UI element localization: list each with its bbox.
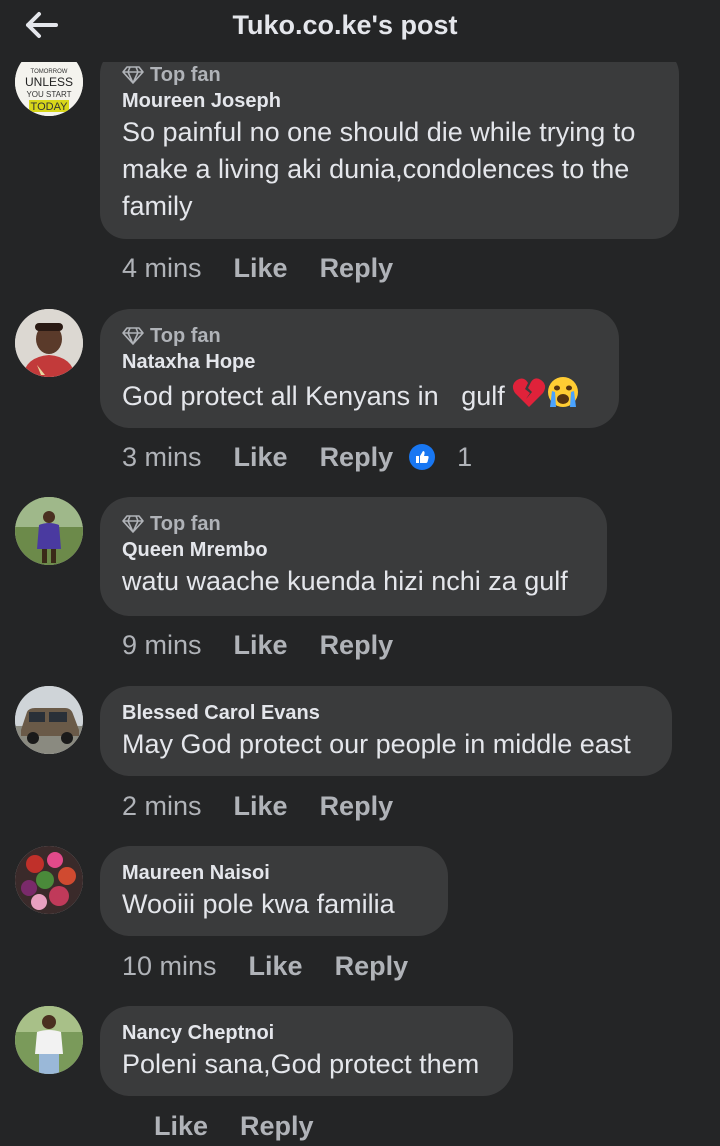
reply-button[interactable]: Reply — [320, 630, 394, 661]
reply-button[interactable]: Reply — [335, 951, 409, 982]
comment-bubble[interactable]: Top fan Nataxha Hope God protect all Ken… — [100, 309, 619, 428]
avatar-text: UNLESS — [25, 75, 73, 89]
avatar-text: TODAY — [31, 101, 69, 113]
comment-text-content: God protect all Kenyans in gulf — [122, 381, 505, 411]
badge-label: Top fan — [150, 512, 221, 535]
comment-text: Wooiii pole kwa familia — [122, 889, 395, 919]
comment-time[interactable]: 2 mins — [122, 791, 202, 822]
avatar-text: YOU START — [26, 90, 71, 99]
broken-heart-emoji-icon — [513, 378, 546, 407]
reply-button[interactable]: Reply — [240, 1111, 314, 1142]
top-fan-badge: Top fan — [122, 62, 657, 88]
top-fan-badge: Top fan — [122, 323, 597, 349]
like-button[interactable]: Like — [234, 791, 288, 822]
page-title: Tuko.co.ke's post — [232, 10, 458, 40]
like-button[interactable]: Like — [249, 951, 303, 982]
thumbs-up-reaction-icon[interactable] — [409, 444, 436, 470]
top-fan-badge: Top fan — [122, 511, 585, 537]
comment-time[interactable]: 9 mins — [122, 630, 202, 661]
avatar[interactable] — [15, 497, 83, 565]
comment-bubble[interactable]: Maureen Naisoi Wooiii pole kwa familia — [100, 846, 448, 936]
comment-author[interactable]: Moureen Joseph — [122, 88, 657, 114]
comment-actions: Like Reply — [122, 1106, 314, 1146]
avatar[interactable] — [15, 309, 83, 377]
like-button[interactable]: Like — [234, 630, 288, 661]
top-bar: Tuko.co.ke's post — [0, 0, 720, 62]
comment-actions: 2 mins Like Reply — [122, 786, 393, 826]
reply-button[interactable]: Reply — [320, 442, 394, 473]
comment-time[interactable]: 4 mins — [122, 253, 202, 284]
badge-label: Top fan — [150, 63, 221, 86]
comment-text: watu waache kuenda hizi nchi za gulf — [122, 566, 568, 596]
reply-button[interactable]: Reply — [320, 791, 394, 822]
comment-time[interactable]: 10 mins — [122, 951, 217, 982]
avatar[interactable] — [15, 1006, 83, 1074]
diamond-icon — [122, 327, 144, 345]
comment-bubble[interactable]: Top fan Queen Mrembo watu waache kuenda … — [100, 497, 607, 616]
comment-actions: 10 mins Like Reply — [122, 946, 408, 986]
comments-feed: TOMORROW UNLESS YOU START TODAY Top fan … — [0, 0, 720, 1141]
reaction-count[interactable]: 1 — [457, 442, 472, 473]
comment-actions: 9 mins Like Reply — [122, 625, 393, 665]
like-button[interactable]: Like — [154, 1111, 208, 1142]
comment-actions: 3 mins Like Reply 1 — [122, 437, 472, 477]
crying-face-emoji-icon — [548, 377, 579, 407]
comment-text: Poleni sana,God protect them — [122, 1049, 480, 1079]
comment-author[interactable]: Blessed Carol Evans — [122, 700, 650, 726]
reply-button[interactable]: Reply — [320, 253, 394, 284]
comment-text: God protect all Kenyans in gulf — [122, 375, 597, 415]
avatar[interactable] — [15, 686, 83, 754]
comment-text: May God protect our people in middle eas… — [122, 729, 631, 759]
comment-author[interactable]: Nataxha Hope — [122, 349, 597, 375]
avatar[interactable] — [15, 846, 83, 914]
comment-time[interactable]: 3 mins — [122, 442, 202, 473]
comment-text: So painful no one should die while tryin… — [122, 117, 636, 221]
comment-actions: 4 mins Like Reply — [122, 248, 393, 288]
comment-author[interactable]: Maureen Naisoi — [122, 860, 426, 886]
diamond-icon — [122, 515, 144, 533]
comment-bubble[interactable]: Top fan Moureen Joseph So painful no one… — [100, 48, 679, 239]
comment-author[interactable]: Nancy Cheptnoi — [122, 1020, 491, 1046]
like-button[interactable]: Like — [234, 253, 288, 284]
like-button[interactable]: Like — [234, 442, 288, 473]
comment-bubble[interactable]: Nancy Cheptnoi Poleni sana,God protect t… — [100, 1006, 513, 1096]
diamond-icon — [122, 66, 144, 84]
comment-author[interactable]: Queen Mrembo — [122, 537, 585, 563]
comment-bubble[interactable]: Blessed Carol Evans May God protect our … — [100, 686, 672, 776]
badge-label: Top fan — [150, 324, 221, 347]
